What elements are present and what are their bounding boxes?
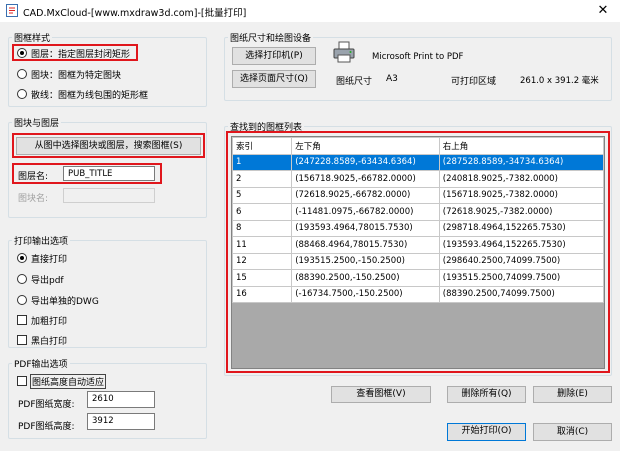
printer-name: Microsoft Print to PDF (372, 52, 464, 62)
table-row[interactable]: 15 (88390.2500,-150.2500) (193515.2500,740… (232, 269, 604, 287)
table-row[interactable]: 2 (156718.9025,-66782.0000) (240818.9025,-… (232, 170, 604, 188)
view-frame-button[interactable]: 查看图框(V) (331, 386, 431, 403)
title-bar: CAD.MxCloud-[www.mxdraw3d.com]-[批量打印] ✕ (0, 0, 620, 22)
bold-print-label: 加粗打印 (31, 317, 68, 327)
cell-upper-right: (298640.2500,74099.7500) (438, 252, 604, 270)
radio-lines-label: 散线：图框为线包围的矩形框 (31, 91, 149, 101)
radio-direct-print-label: 直接打印 (31, 255, 68, 265)
app-icon (6, 4, 18, 17)
col-header-index[interactable]: 索引 (232, 137, 293, 155)
pdf-height-label: PDF图纸高度: (18, 422, 75, 432)
radio-layer-label: 图层：指定图层封闭矩形 (31, 50, 131, 60)
cell-upper-right: (287528.8589,-34734.6364) (438, 153, 604, 171)
col-header-upper-right[interactable]: 右上角 (438, 137, 604, 155)
printer-icon (333, 41, 355, 63)
cell-lower-left: (247228.8589,-63434.6364) (291, 153, 440, 171)
cell-lower-left: (72618.9025,-66782.0000) (291, 186, 440, 204)
cell-upper-right: (298718.4964,152265.7530) (438, 219, 604, 237)
radio-export-dwg-label: 导出单独的DWG (31, 297, 99, 307)
block-name-field (63, 188, 155, 203)
printable-area-value: 261.0 x 391.2 毫米 (520, 76, 599, 86)
table-row[interactable]: 8 (193593.4964,78015.7530) (298718.4964,15… (232, 219, 604, 237)
print-output-title: 打印输出选项 (12, 234, 71, 247)
auto-fit-label: 图纸高度自动适应 (30, 374, 107, 389)
table-row[interactable]: 16 (-16734.7500,-150.2500) (88390.2500,740… (232, 285, 604, 303)
cell-lower-left: (193515.2500,-150.2500) (291, 252, 440, 270)
cell-index: 5 (232, 186, 293, 204)
block-layer-title: 图块与图层 (12, 116, 62, 129)
radio-block[interactable] (17, 69, 27, 79)
block-name-label: 图块名: (18, 194, 49, 204)
paper-device-title: 图纸尺寸和绘图设备 (228, 31, 314, 44)
cell-upper-right: (193515.2500,74099.7500) (438, 269, 604, 287)
cell-lower-left: (88390.2500,-150.2500) (291, 269, 440, 287)
radio-direct-print[interactable] (17, 253, 27, 263)
cell-upper-right: (193593.4964,152265.7530) (438, 236, 604, 254)
start-print-button[interactable]: 开始打印(O) (447, 423, 526, 441)
cell-index: 11 (232, 236, 293, 254)
paper-size-label: 图纸尺寸 (336, 77, 373, 87)
pdf-width-label: PDF图纸宽度: (18, 400, 75, 410)
cell-lower-left: (-11481.0975,-66782.0000) (291, 203, 440, 221)
cell-index: 15 (232, 269, 293, 287)
paper-size-value: A3 (386, 74, 398, 84)
cell-index: 16 (232, 285, 293, 303)
radio-block-label: 图块：图框为特定图块 (31, 71, 122, 81)
delete-button[interactable]: 删除(E) (533, 386, 612, 403)
cell-upper-right: (72618.9025,-7382.0000) (438, 203, 604, 221)
layer-name-label: 图层名: (18, 172, 49, 182)
table-row[interactable]: 5 (72618.9025,-66782.0000) (156718.9025,-7… (232, 186, 604, 204)
radio-export-dwg[interactable] (17, 295, 27, 305)
cell-upper-right: (156718.9025,-7382.0000) (438, 186, 604, 204)
bold-print-checkbox[interactable] (17, 315, 27, 325)
table-row[interactable]: 11 (88468.4964,78015.7530) (193593.4964,15… (232, 236, 604, 254)
table-header-row: 索引 左下角 右上角 (232, 137, 604, 155)
radio-export-pdf[interactable] (17, 274, 27, 284)
col-header-lower-left[interactable]: 左下角 (291, 137, 440, 155)
pdf-output-title: PDF输出选项 (12, 357, 70, 370)
cell-lower-left: (-16734.7500,-150.2500) (291, 285, 440, 303)
cell-index: 1 (232, 153, 293, 171)
bw-print-label: 黑白打印 (31, 337, 68, 347)
radio-layer[interactable] (17, 48, 27, 58)
cancel-button[interactable]: 取消(C) (533, 423, 612, 441)
cell-index: 12 (232, 252, 293, 270)
table-row[interactable]: 12 (193515.2500,-150.2500) (298640.2500,74… (232, 252, 604, 270)
cell-lower-left: (88468.4964,78015.7530) (291, 236, 440, 254)
table-row[interactable]: 6 (-11481.0975,-66782.0000) (72618.9025,-7… (232, 203, 604, 221)
cell-upper-right: (240818.9025,-7382.0000) (438, 170, 604, 188)
select-page-size-button[interactable]: 选择页面尺寸(Q) (232, 70, 316, 88)
select-frame-button[interactable]: 从图中选择图块或图层，搜索图框(S) (16, 137, 201, 155)
cell-lower-left: (193593.4964,78015.7530) (291, 219, 440, 237)
radio-lines[interactable] (17, 89, 27, 99)
cell-upper-right: (88390.2500,74099.7500) (438, 285, 604, 303)
bw-print-checkbox[interactable] (17, 335, 27, 345)
cell-index: 8 (232, 219, 293, 237)
frames-table-container: 索引 左下角 右上角 1 (247228.8589,-63434.6364) (28… (231, 136, 605, 369)
delete-all-button[interactable]: 删除所有(Q) (447, 386, 526, 403)
pdf-width-field[interactable]: 2610 (87, 391, 155, 408)
radio-export-pdf-label: 导出pdf (31, 276, 64, 286)
select-printer-button[interactable]: 选择打印机(P) (232, 47, 316, 65)
close-button[interactable]: ✕ (586, 0, 620, 22)
cell-lower-left: (156718.9025,-66782.0000) (291, 170, 440, 188)
auto-fit-checkbox[interactable] (17, 376, 27, 386)
cell-index: 2 (232, 170, 293, 188)
cell-index: 6 (232, 203, 293, 221)
layer-name-field[interactable]: PUB_TITLE (63, 166, 155, 181)
frames-table: 索引 左下角 右上角 1 (247228.8589,-63434.6364) (28… (232, 137, 604, 303)
pdf-height-field[interactable]: 3912 (87, 413, 155, 430)
frame-style-title: 图框样式 (12, 31, 53, 44)
window-title: CAD.MxCloud-[www.mxdraw3d.com]-[批量打印] (23, 8, 247, 19)
printable-area-label: 可打印区域 (451, 77, 497, 87)
table-row[interactable]: 1 (247228.8589,-63434.6364) (287528.8589,-… (232, 153, 604, 171)
